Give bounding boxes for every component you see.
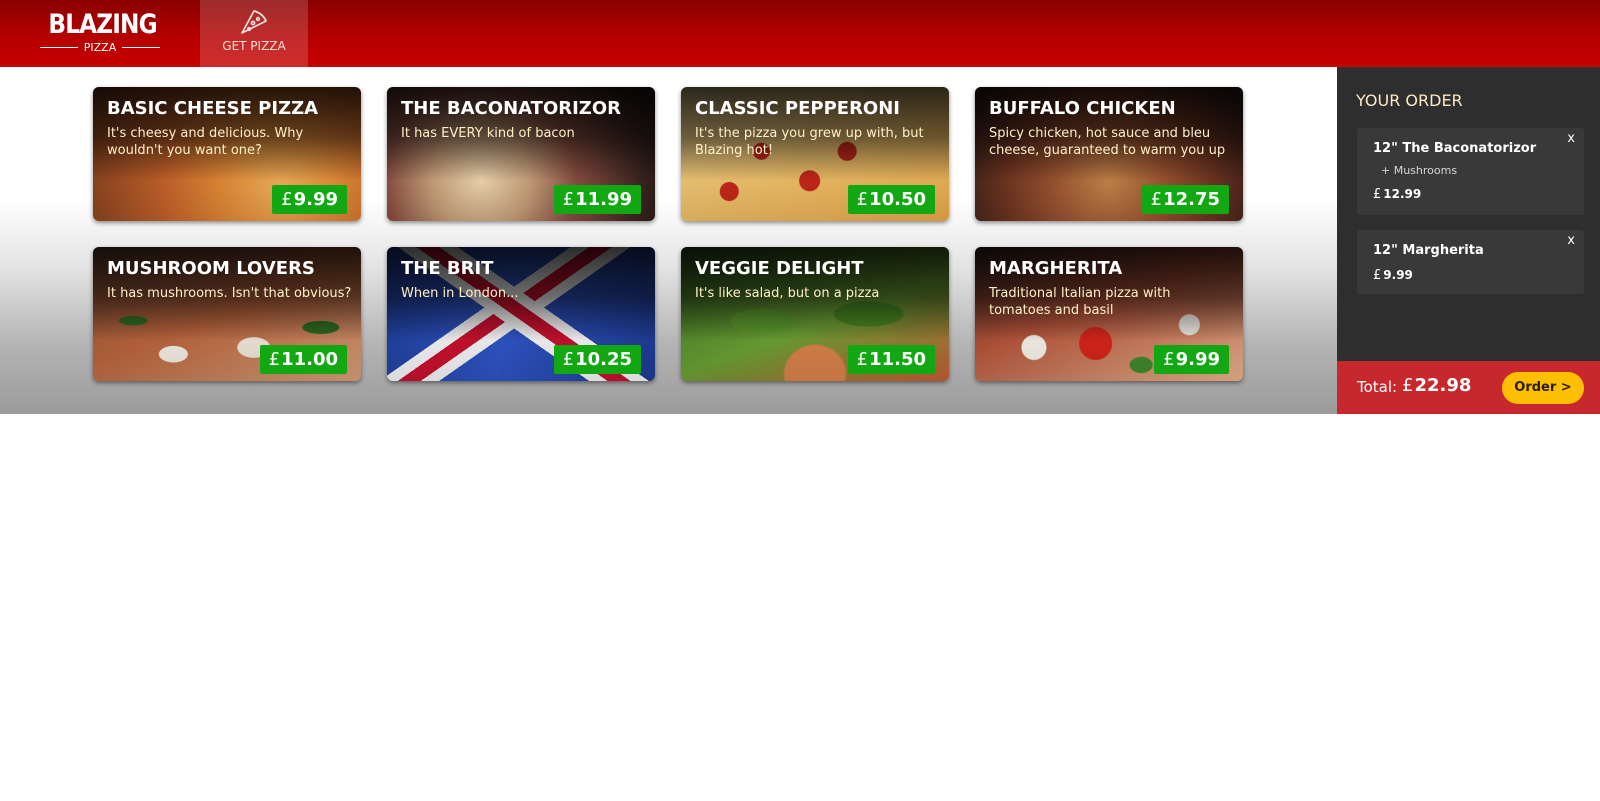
- currency-symbol: £: [856, 349, 869, 370]
- logo-wordmark: BLAZING: [48, 9, 157, 40]
- order-item-name: 12" The Baconatorizor: [1373, 141, 1537, 156]
- order-button[interactable]: Order >: [1502, 372, 1584, 404]
- pizza-price: £9.99: [1154, 345, 1229, 374]
- pizza-card-baconatorizor[interactable]: THE BACONATORIZOR It has EVERY kind of b…: [387, 87, 655, 221]
- price-value: 11.50: [869, 349, 926, 370]
- total-price: £22.98: [1402, 375, 1471, 396]
- currency-symbol: £: [268, 349, 281, 370]
- price-value: 11.00: [281, 349, 338, 370]
- logo-subline: PIZZA: [40, 41, 160, 54]
- pizza-description: It has EVERY kind of bacon: [401, 126, 575, 141]
- order-total-bar: Total: £22.98 Order >: [1337, 361, 1600, 414]
- pizza-card-the-brit[interactable]: THE BRIT When in London... £10.25: [387, 247, 655, 381]
- nav-tab-label: GET PIZZA: [222, 39, 286, 53]
- pizza-card-veggie-delight[interactable]: VEGGIE DELIGHT It's like salad, but on a…: [681, 247, 949, 381]
- pizza-price: £9.99: [272, 185, 347, 214]
- price-value: 11.99: [575, 189, 632, 210]
- currency-symbol: £: [1150, 189, 1163, 210]
- total-label: Total:: [1357, 378, 1398, 396]
- top-bar: BLAZING PIZZA GET PIZZA: [0, 0, 1600, 80]
- pizza-title: BASIC CHEESE PIZZA: [107, 98, 319, 119]
- pizza-card-margherita[interactable]: MARGHERITA Traditional Italian pizza wit…: [975, 247, 1243, 381]
- pizza-description: When in London...: [401, 286, 519, 301]
- pizza-price: £10.25: [553, 345, 641, 374]
- remove-item-button[interactable]: x: [1567, 131, 1575, 146]
- price-value: 12.99: [1383, 187, 1422, 201]
- pizza-slice-icon: [239, 8, 269, 36]
- order-title: YOUR ORDER: [1356, 91, 1463, 110]
- pizza-title: THE BRIT: [401, 258, 494, 279]
- pizza-title: BUFFALO CHICKEN: [989, 98, 1176, 119]
- pizza-title: MUSHROOM LOVERS: [107, 258, 315, 279]
- currency-symbol: £: [1163, 349, 1175, 370]
- pizza-price: £10.50: [847, 185, 935, 214]
- currency-symbol: £: [856, 189, 869, 210]
- pizza-title: MARGHERITA: [989, 258, 1123, 279]
- pizza-card-basic-cheese[interactable]: BASIC CHEESE PIZZA It's cheesy and delic…: [93, 87, 361, 221]
- currency-symbol: £: [1373, 268, 1382, 283]
- pizza-title: VEGGIE DELIGHT: [695, 258, 864, 279]
- nav-tab-get-pizza[interactable]: GET PIZZA: [200, 0, 308, 67]
- order-item-price: £9.99: [1373, 268, 1413, 283]
- pizza-card-mushroom-lovers[interactable]: MUSHROOM LOVERS It has mushrooms. Isn't …: [93, 247, 361, 381]
- currency-symbol: £: [281, 189, 293, 210]
- order-item-margherita: 12" Margherita £9.99 x: [1357, 230, 1584, 294]
- pizza-price: £11.50: [847, 345, 935, 374]
- remove-item-button[interactable]: x: [1567, 233, 1575, 248]
- price-value: 9.99: [1383, 268, 1413, 282]
- currency-symbol: £: [1373, 187, 1382, 202]
- price-value: 10.50: [869, 189, 926, 210]
- pizza-description: It's cheesy and delicious. Why wouldn't …: [107, 126, 304, 158]
- price-value: 9.99: [1175, 349, 1220, 370]
- pizza-price: £12.75: [1141, 185, 1229, 214]
- order-item-price: £12.99: [1373, 187, 1421, 202]
- pizza-card-classic-pepperoni[interactable]: CLASSIC PEPPERONI It's the pizza you gre…: [681, 87, 949, 221]
- order-item-name: 12" Margherita: [1373, 243, 1484, 258]
- price-value: 12.75: [1163, 189, 1220, 210]
- price-value: 9.99: [293, 189, 338, 210]
- pizza-price: £11.00: [259, 345, 347, 374]
- pizza-description: Traditional Italian pizza with tomatoes …: [989, 286, 1171, 318]
- logo-subtitle: PIZZA: [83, 41, 117, 54]
- pizza-title: CLASSIC PEPPERONI: [695, 98, 900, 119]
- order-item-topping: + Mushrooms: [1381, 164, 1458, 177]
- currency-symbol: £: [562, 189, 575, 210]
- price-value: 10.25: [575, 349, 632, 370]
- pizza-card-buffalo-chicken[interactable]: BUFFALO CHICKEN Spicy chicken, hot sauce…: [975, 87, 1243, 221]
- logo-rule-right: [122, 47, 160, 48]
- pizza-description: It's like salad, but on a pizza: [695, 286, 880, 301]
- currency-symbol: £: [1402, 375, 1414, 396]
- blazing-pizza-logo[interactable]: BLAZING PIZZA: [40, 10, 160, 56]
- pizza-price: £11.99: [553, 185, 641, 214]
- pizza-description: Spicy chicken, hot sauce and bleu cheese…: [989, 126, 1226, 158]
- currency-symbol: £: [562, 349, 575, 370]
- order-item-baconatorizor: 12" The Baconatorizor + Mushrooms £12.99…: [1357, 128, 1584, 215]
- pizza-description: It's the pizza you grew up with, but Bla…: [695, 126, 924, 158]
- logo-rule-left: [40, 47, 78, 48]
- pizza-menu: BASIC CHEESE PIZZA It's cheesy and delic…: [0, 67, 1337, 414]
- total-value: 22.98: [1414, 375, 1472, 396]
- pizza-title: THE BACONATORIZOR: [401, 98, 622, 119]
- pizza-description: It has mushrooms. Isn't that obvious?: [107, 286, 352, 301]
